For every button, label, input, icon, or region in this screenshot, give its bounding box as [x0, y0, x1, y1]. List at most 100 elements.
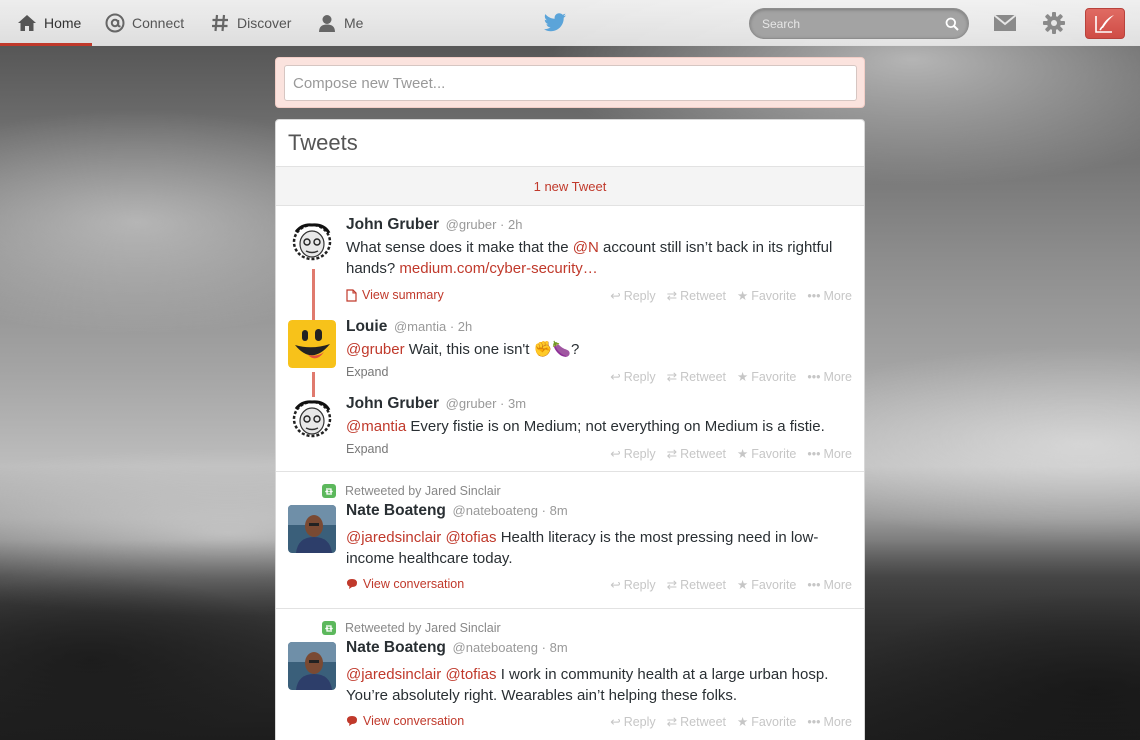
tweet-handle[interactable]: @nateboateng: [453, 640, 539, 655]
nav-me-label: Me: [344, 15, 364, 31]
tweet-time[interactable]: · 3m: [500, 396, 526, 411]
tweet-author-name[interactable]: Louie: [346, 318, 387, 335]
tweet-time[interactable]: · 2h: [450, 319, 472, 334]
tweet-text: @mantia Every fistie is on Medium; not e…: [346, 416, 846, 437]
retweet-button[interactable]: ⇄ Retweet: [667, 369, 726, 385]
new-tweets-banner[interactable]: 1 new Tweet: [276, 167, 864, 206]
view-conversation-link[interactable]: View conversation: [346, 577, 464, 591]
tweet-author-name[interactable]: John Gruber: [346, 395, 439, 412]
user-icon: [316, 12, 338, 34]
tweet-handle[interactable]: @nateboateng: [453, 503, 539, 518]
tweet-time[interactable]: · 8m: [542, 640, 568, 655]
reply-button[interactable]: ↩ Reply: [610, 288, 655, 304]
search-icon[interactable]: [945, 17, 959, 31]
reply-button[interactable]: ↩ Reply: [610, 446, 655, 462]
retweet-button[interactable]: ⇄ Retweet: [667, 714, 726, 730]
tweet-text-part: Wait, this one isn't ✊🍆?: [404, 341, 580, 358]
tweet-actions: ↩ Reply ⇄ Retweet ★ Favorite ••• More: [610, 288, 852, 304]
star-icon: ★: [737, 715, 749, 729]
retweet-button[interactable]: ⇄ Retweet: [667, 288, 726, 304]
retweeted-by-label[interactable]: Retweeted by Jared Sinclair: [345, 621, 501, 635]
top-nav-bar: Home Connect Discover Me: [0, 0, 1140, 46]
url-link[interactable]: medium.com/cyber-security…: [399, 260, 597, 277]
retweet-button[interactable]: ⇄ Retweet: [667, 577, 726, 593]
reply-button[interactable]: ↩ Reply: [610, 577, 656, 593]
ellipsis-icon: •••: [807, 446, 821, 461]
mention-link[interactable]: @tofias: [445, 529, 496, 546]
tweet-item[interactable]: Retweeted by Jared Sinclair Nate Boateng…: [276, 472, 864, 608]
compose-tweet-button[interactable]: [1085, 8, 1125, 39]
retweeted-by-row: Retweeted by Jared Sinclair: [322, 621, 501, 635]
view-conversation-link[interactable]: View conversation: [346, 714, 464, 728]
reply-label: Reply: [623, 577, 656, 592]
messages-envelope-icon[interactable]: [993, 13, 1017, 33]
mention-link[interactable]: @tofias: [445, 666, 496, 683]
tweet-text: What sense does it make that the @N acco…: [346, 237, 846, 279]
tweet-author-name[interactable]: Nate Boateng: [346, 639, 446, 656]
view-summary-link[interactable]: View summary: [346, 288, 444, 302]
gear-icon[interactable]: [1042, 11, 1066, 35]
favorite-button[interactable]: ★ Favorite: [737, 714, 796, 730]
reply-button[interactable]: ↩ Reply: [610, 369, 655, 385]
tweet-item[interactable]: John Gruber @gruber · 2h What sense does…: [276, 208, 864, 310]
expand-link[interactable]: Expand: [346, 365, 388, 379]
reply-label: Reply: [623, 714, 656, 729]
mention-link[interactable]: @mantia: [346, 418, 406, 435]
tweet-handle[interactable]: @gruber: [446, 217, 497, 232]
star-icon: ★: [737, 289, 749, 303]
avatar-john-gruber[interactable]: [288, 397, 336, 445]
tweet-item[interactable]: Retweeted by Jared Sinclair Nate Boateng…: [276, 609, 864, 740]
tweet-author-name[interactable]: John Gruber: [346, 216, 439, 233]
tweet-item[interactable]: Louie @mantia · 2h @gruber Wait, this on…: [276, 310, 864, 387]
favorite-button[interactable]: ★ Favorite: [737, 446, 796, 462]
tweet-handle[interactable]: @gruber: [446, 396, 497, 411]
nav-me[interactable]: Me: [316, 0, 363, 46]
favorite-button[interactable]: ★ Favorite: [737, 288, 796, 304]
retweeted-by-label[interactable]: Retweeted by Jared Sinclair: [345, 484, 501, 498]
more-button[interactable]: ••• More: [807, 714, 852, 729]
expand-link[interactable]: Expand: [346, 442, 388, 456]
more-button[interactable]: ••• More: [807, 369, 852, 384]
nav-connect-label: Connect: [132, 15, 185, 31]
retweet-button[interactable]: ⇄ Retweet: [667, 446, 726, 462]
avatar-nate-boateng[interactable]: [288, 642, 336, 690]
reply-button[interactable]: ↩ Reply: [610, 714, 656, 730]
tweet-item[interactable]: John Gruber @gruber · 3m @mantia Every f…: [276, 387, 864, 471]
more-button[interactable]: ••• More: [807, 577, 852, 592]
search-box[interactable]: [749, 8, 969, 39]
tweet-header: Nate Boateng @nateboateng · 8m: [346, 639, 568, 657]
avatar-john-gruber[interactable]: [288, 220, 336, 268]
more-button[interactable]: ••• More: [807, 446, 852, 461]
tweet-author-name[interactable]: Nate Boateng: [346, 502, 446, 519]
nav-discover[interactable]: Discover: [209, 0, 291, 46]
tweets-timeline: Tweets 1 new Tweet John Gruber @gruber ·…: [275, 119, 865, 740]
mention-link[interactable]: @N: [573, 239, 599, 256]
ellipsis-icon: •••: [807, 369, 821, 384]
tweet-time[interactable]: · 8m: [542, 503, 568, 518]
more-button[interactable]: ••• More: [807, 288, 852, 303]
favorite-button[interactable]: ★ Favorite: [737, 369, 797, 385]
mention-link[interactable]: @jaredsinclair: [346, 666, 441, 683]
compose-tweet-input[interactable]: [284, 65, 857, 101]
at-icon: [104, 12, 126, 34]
view-conversation-label: View conversation: [363, 714, 465, 728]
avatar-louie[interactable]: [288, 320, 336, 368]
search-input[interactable]: [762, 9, 932, 38]
nav-home[interactable]: Home: [0, 0, 92, 46]
favorite-button[interactable]: ★ Favorite: [737, 577, 796, 593]
favorite-label: Favorite: [751, 369, 797, 384]
document-icon: [346, 288, 357, 302]
expand-label: Expand: [346, 442, 389, 456]
star-icon: ★: [737, 578, 749, 592]
avatar-nate-boateng[interactable]: [288, 505, 336, 553]
nav-connect[interactable]: Connect: [104, 0, 184, 46]
reply-icon: ↩: [610, 289, 621, 303]
mention-link[interactable]: @gruber: [346, 341, 405, 358]
tweet-handle[interactable]: @mantia: [394, 319, 446, 334]
expand-label: Expand: [346, 365, 389, 379]
tweet-text: @gruber Wait, this one isn't ✊🍆?: [346, 339, 846, 360]
tweet-actions: ↩ Reply ⇄ Retweet ★ Favorite ••• More: [610, 446, 852, 462]
twitter-bird-icon[interactable]: [543, 12, 567, 34]
mention-link[interactable]: @jaredsinclair: [346, 529, 441, 546]
tweet-time[interactable]: · 2h: [500, 217, 522, 232]
